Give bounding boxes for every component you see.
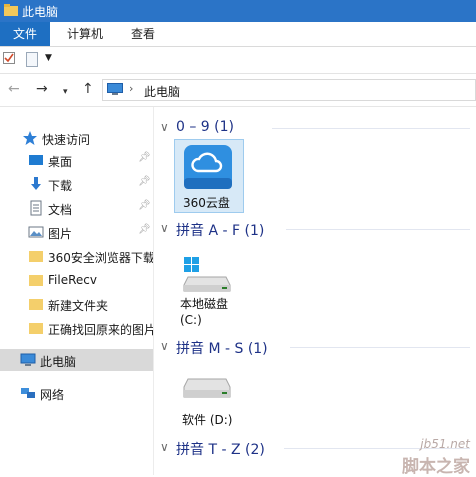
group-title: 拼音 M - S (1) xyxy=(176,341,268,357)
sidebar-item-downloads[interactable]: 下载 📌︎ xyxy=(0,173,153,195)
group-divider xyxy=(272,128,470,129)
sidebar-item-label: 图片 xyxy=(48,227,73,241)
this-pc-icon xyxy=(20,353,36,366)
sidebar-item-filerecv[interactable]: FileRecv xyxy=(0,269,153,291)
tab-file[interactable]: 文件 xyxy=(0,22,50,46)
sidebar-item-quick-access[interactable]: 快速访问 xyxy=(0,127,153,149)
sidebar-item-label: 360安全浏览器下载 xyxy=(48,251,153,265)
cloud-drive-icon xyxy=(184,145,232,189)
sidebar-item-network[interactable]: 网络 xyxy=(0,382,153,404)
sidebar-item-label: FileRecv xyxy=(48,273,97,287)
tab-computer[interactable]: 计算机 xyxy=(60,22,110,46)
sidebar-item-label: 桌面 xyxy=(48,155,73,169)
recent-locations-chevron-icon[interactable]: ▾ xyxy=(63,84,68,100)
document-icon xyxy=(30,200,42,216)
collapse-chevron-icon[interactable]: ∨ xyxy=(160,120,169,134)
drive-tile-software-d[interactable]: 软件 (D:) xyxy=(174,375,260,429)
pin-icon[interactable]: 📌︎ xyxy=(138,176,151,187)
picture-icon xyxy=(28,226,44,238)
sidebar-item-label: 快速访问 xyxy=(42,133,91,147)
navigation-pane: 快速访问 桌面 📌︎ 下载 📌︎ 文档 📌︎ 图片 📌︎ 360安全浏览器下载 … xyxy=(0,107,154,475)
hard-drive-icon xyxy=(183,378,231,398)
sidebar-item-360-downloads[interactable]: 360安全浏览器下载 xyxy=(0,245,153,267)
new-folder-icon[interactable] xyxy=(26,52,38,67)
network-icon xyxy=(21,388,35,398)
system-drive-icon xyxy=(183,257,231,292)
group-title: 0 – 9 (1) xyxy=(176,119,234,135)
collapse-chevron-icon[interactable]: ∨ xyxy=(160,339,169,353)
pin-icon[interactable]: 📌︎ xyxy=(138,152,151,163)
quick-access-toolbar: ▼ xyxy=(0,47,476,74)
tile-label: 本地磁盘 xyxy=(180,297,229,311)
group-divider xyxy=(286,229,470,230)
tile-label: 软件 (D:) xyxy=(182,413,233,427)
group-header-a-f[interactable]: ∨ 拼音 A - F (1) xyxy=(160,219,470,239)
download-arrow-icon xyxy=(31,177,41,190)
sidebar-item-label: 新建文件夹 xyxy=(48,299,109,313)
tile-sublabel: (C:) xyxy=(180,313,202,327)
sidebar-item-label: 正确找回原来的图片 xyxy=(48,323,153,337)
breadcrumb-this-pc[interactable]: 此电脑 xyxy=(144,83,180,100)
desktop-icon xyxy=(29,155,43,165)
this-pc-icon xyxy=(107,83,123,95)
breadcrumb-separator: › xyxy=(129,82,134,95)
sidebar-item-label: 此电脑 xyxy=(40,355,77,369)
tile-label: 360云盘 xyxy=(183,196,230,210)
folder-icon xyxy=(29,251,43,262)
pin-icon[interactable]: 📌︎ xyxy=(138,200,151,211)
title-bar: 此电脑 xyxy=(0,0,476,22)
sidebar-item-label: 文档 xyxy=(48,203,73,217)
watermark-brand: 脚本之家 xyxy=(402,457,470,477)
sidebar-item-this-pc[interactable]: 此电脑 xyxy=(0,349,153,371)
address-bar[interactable]: › 此电脑 xyxy=(102,79,476,101)
folder-icon xyxy=(29,299,43,310)
star-icon xyxy=(23,131,37,145)
properties-check-icon[interactable] xyxy=(3,52,15,64)
customize-toolbar-chevron-icon[interactable]: ▼ xyxy=(45,53,52,63)
group-header-0-9[interactable]: ∨ 0 – 9 (1) xyxy=(160,118,470,138)
group-title: 拼音 T - Z (2) xyxy=(176,442,265,458)
drive-tile-local-c[interactable]: 本地磁盘 (C:) xyxy=(174,253,254,333)
sidebar-item-new-folder[interactable]: 新建文件夹 xyxy=(0,293,153,315)
back-arrow-icon[interactable]: ← xyxy=(8,81,20,97)
folder-icon xyxy=(29,275,43,286)
collapse-chevron-icon[interactable]: ∨ xyxy=(160,440,169,454)
content-pane: ∨ 0 – 9 (1) 360云盘 ∨ 拼音 A - F (1) 本地磁盘 (C… xyxy=(154,107,476,475)
group-title: 拼音 A - F (1) xyxy=(176,223,265,239)
sidebar-item-documents[interactable]: 文档 📌︎ xyxy=(0,197,153,219)
group-divider xyxy=(290,347,470,348)
tab-view[interactable]: 查看 xyxy=(122,22,164,46)
sidebar-item-recovered-pictures[interactable]: 正确找回原来的图片 xyxy=(0,317,153,339)
forward-arrow-icon[interactable]: → xyxy=(36,81,48,97)
sidebar-item-desktop[interactable]: 桌面 📌︎ xyxy=(0,149,153,171)
drive-tile-360-cloud[interactable]: 360云盘 xyxy=(174,139,244,213)
navigation-bar: ← → ▾ ↑ › 此电脑 xyxy=(0,74,476,107)
up-arrow-icon[interactable]: ↑ xyxy=(82,81,94,97)
watermark: jb51.net 脚本之家 xyxy=(380,437,476,477)
sidebar-item-pictures[interactable]: 图片 📌︎ xyxy=(0,221,153,243)
collapse-chevron-icon[interactable]: ∨ xyxy=(160,221,169,235)
folder-icon xyxy=(29,323,43,334)
sidebar-item-label: 网络 xyxy=(40,388,65,402)
pin-icon[interactable]: 📌︎ xyxy=(138,224,151,235)
ribbon-tabs: 文件 计算机 查看 xyxy=(0,22,476,47)
folder-app-icon xyxy=(4,4,18,16)
sidebar-item-label: 下载 xyxy=(48,179,73,193)
window-title: 此电脑 xyxy=(22,5,59,19)
group-header-m-s[interactable]: ∨ 拼音 M - S (1) xyxy=(160,337,470,357)
watermark-url: jb51.net xyxy=(420,437,470,451)
